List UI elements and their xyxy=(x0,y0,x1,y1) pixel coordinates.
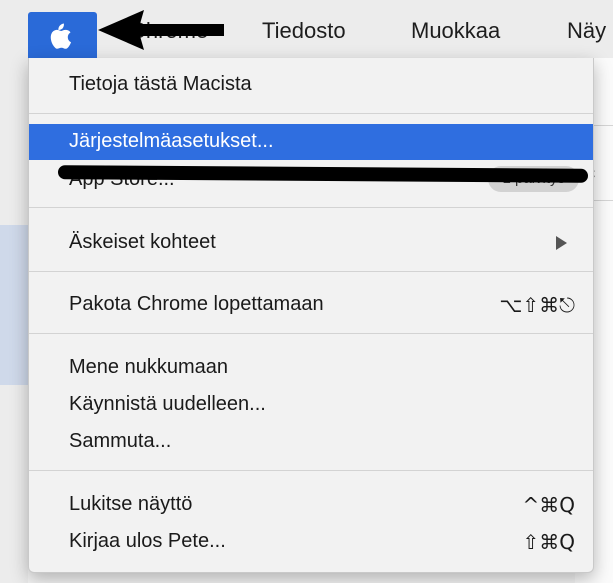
menu-item-about-this-mac[interactable]: Tietoja tästä Macista xyxy=(29,67,593,103)
menubar-item-edit[interactable]: Muokkaa xyxy=(411,18,500,44)
menu-item-label: Mene nukkumaan xyxy=(69,356,228,378)
log-out-shortcut: ⇧⌘Q xyxy=(522,530,576,554)
annotation-arrow xyxy=(98,10,224,50)
menu-item-label: Käynnistä uudelleen... xyxy=(69,393,266,415)
menu-separator xyxy=(29,113,593,114)
menu-item-label: Pakota Chrome lopettamaan xyxy=(69,293,324,315)
submenu-arrow-icon xyxy=(556,236,567,250)
menu-item-label: Äskeiset kohteet xyxy=(69,231,216,253)
menu-item-restart[interactable]: Käynnistä uudelleen... xyxy=(29,387,593,423)
apple-icon xyxy=(50,23,71,49)
apple-dropdown-menu: Tietoja tästä Macista Järjestelmäasetuks… xyxy=(28,58,594,573)
menu-item-sleep[interactable]: Mene nukkumaan xyxy=(29,350,593,386)
menubar-item-file[interactable]: Tiedosto xyxy=(262,18,346,44)
menubar-item-view[interactable]: Näy xyxy=(567,18,606,44)
menu-item-recent-items[interactable]: Äskeiset kohteet xyxy=(29,225,593,261)
menu-item-lock-screen[interactable]: Lukitse näyttö ^⌘Q xyxy=(29,487,593,523)
menu-separator xyxy=(29,333,593,334)
menu-item-label: Kirjaa ulos Pete... xyxy=(69,530,226,552)
apple-menu-button[interactable] xyxy=(28,12,97,58)
menu-item-label: Lukitse näyttö xyxy=(69,493,193,515)
menu-item-label: Tietoja tästä Macista xyxy=(69,73,252,95)
menu-item-force-quit[interactable]: Pakota Chrome lopettamaan ⌥⇧⌘⎋ xyxy=(29,287,593,323)
menu-separator xyxy=(29,271,593,272)
menu-separator xyxy=(29,470,593,471)
menu-bar: Chrome Tiedosto Muokkaa Näy xyxy=(0,0,613,58)
menu-item-system-preferences[interactable]: Järjestelmäasetukset... xyxy=(29,124,593,160)
menu-item-label: Sammuta... xyxy=(69,430,172,452)
background-left-selection xyxy=(0,225,28,385)
menu-item-log-out[interactable]: Kirjaa ulos Pete... ⇧⌘Q xyxy=(29,524,593,560)
force-quit-shortcut: ⌥⇧⌘⎋ xyxy=(499,293,575,317)
menu-separator xyxy=(29,207,593,208)
lock-screen-shortcut: ^⌘Q xyxy=(522,493,576,517)
menu-item-label: Järjestelmäasetukset... xyxy=(69,130,274,152)
menu-item-shut-down[interactable]: Sammuta... xyxy=(29,424,593,460)
